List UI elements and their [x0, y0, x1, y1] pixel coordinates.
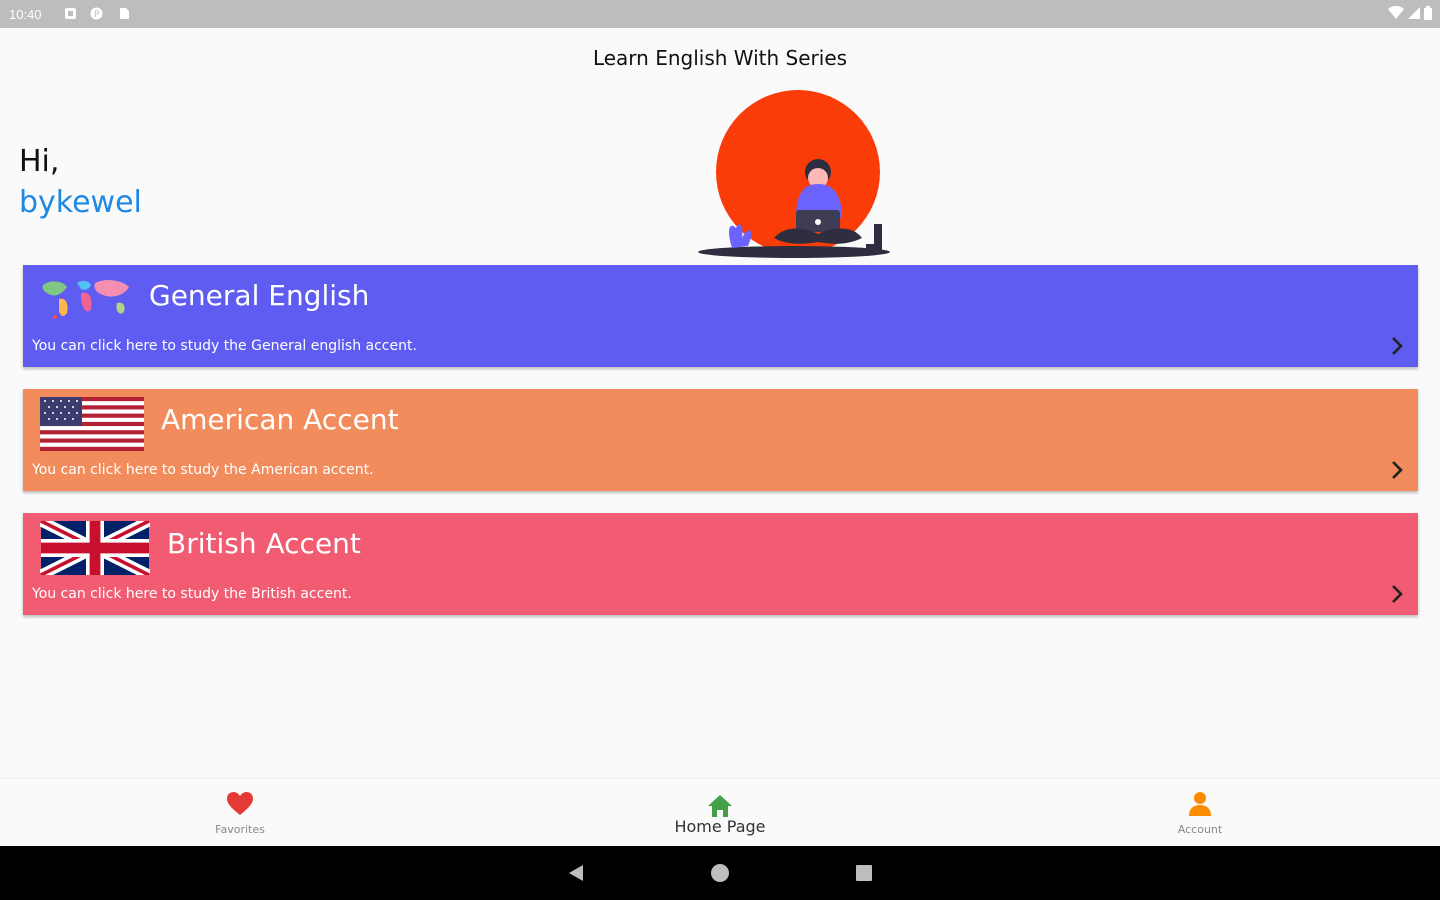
greeting-hi: Hi,: [19, 144, 60, 179]
card-title: British Accent: [167, 527, 361, 560]
chevron-right-icon: [1392, 337, 1403, 355]
svg-text:P: P: [94, 10, 100, 20]
home-icon: [708, 795, 732, 817]
status-time: 10:40: [9, 7, 42, 22]
card-description: You can click here to study the British …: [32, 586, 352, 602]
home-circle-icon[interactable]: [709, 862, 731, 884]
nav-label: Account: [1177, 823, 1223, 836]
status-bar: 10:40 P: [0, 0, 1440, 28]
recents-icon[interactable]: [853, 862, 875, 884]
card-title: American Accent: [161, 403, 399, 436]
wifi-icon: [1388, 6, 1404, 19]
card-american-accent[interactable]: American Accent You can click here to st…: [23, 389, 1418, 491]
battery-icon: [1424, 6, 1432, 20]
person-icon: [1189, 792, 1211, 816]
chevron-right-icon: [1392, 585, 1403, 603]
bottom-navigation: Favorites Home Page Account: [0, 778, 1440, 847]
card-description: You can click here to study the General …: [32, 338, 417, 354]
hero-illustration: [698, 90, 890, 258]
sd-card-icon: [120, 8, 129, 19]
nav-account[interactable]: Account: [1120, 779, 1280, 847]
nav-label: Home Page: [674, 817, 766, 836]
signal-icon: [1408, 7, 1420, 19]
card-title: General English: [149, 279, 370, 312]
nav-label: Favorites: [215, 823, 265, 836]
card-general-english[interactable]: General English You can click here to st…: [23, 265, 1418, 367]
system-navigation-bar: [0, 846, 1440, 900]
back-icon[interactable]: [565, 862, 587, 884]
us-flag-icon: [40, 397, 144, 451]
nav-favorites[interactable]: Favorites: [160, 779, 320, 847]
username: bykewel: [19, 185, 142, 220]
world-map-icon: [42, 280, 129, 319]
app-title: Learn English With Series: [592, 46, 848, 70]
heart-icon: [227, 792, 253, 815]
notification-icon: [65, 8, 76, 19]
app-icon: P: [90, 7, 103, 20]
uk-flag-icon: [40, 521, 150, 575]
card-british-accent[interactable]: British Accent You can click here to stu…: [23, 513, 1418, 615]
chevron-right-icon: [1392, 461, 1403, 479]
card-description: You can click here to study the American…: [32, 462, 374, 478]
nav-home[interactable]: Home Page: [640, 779, 800, 847]
